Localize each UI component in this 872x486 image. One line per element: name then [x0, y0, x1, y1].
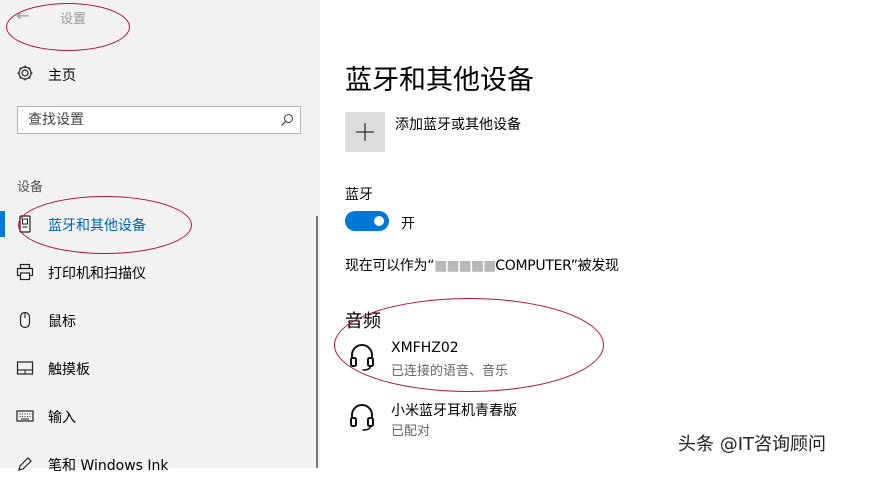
sidebar-item-label: 蓝牙和其他设备: [48, 218, 146, 234]
sidebar-home[interactable]: 主页: [48, 65, 76, 85]
sidebar-item-pen[interactable]: 笔和 Windows Ink: [0, 442, 320, 486]
toggle-knob: [374, 216, 384, 226]
discoverable-prefix: 现在可以作为“: [345, 258, 435, 274]
bluetooth-label: 蓝牙: [345, 187, 373, 203]
sidebar: ← 设置 主页 设备 蓝牙和其他设备 打印机和扫描仪: [0, 0, 320, 474]
sidebar-item-label: 打印机和扫描仪: [48, 266, 146, 282]
page-title: 蓝牙和其他设备: [345, 65, 534, 96]
audio-device-item[interactable]: 小米蓝牙耳机青春版 已配对: [340, 398, 640, 442]
sidebar-item-label: 鼠标: [48, 314, 76, 330]
bluetooth-devices-icon: [19, 215, 31, 233]
bluetooth-toggle[interactable]: [345, 211, 389, 231]
audio-heading: 音频: [345, 311, 381, 332]
headset-icon: [350, 344, 374, 371]
device-name: 小米蓝牙耳机青春版: [391, 403, 517, 419]
bluetooth-state: 开: [401, 216, 415, 232]
device-name: XMFHZ02: [391, 340, 459, 356]
search-icon[interactable]: [280, 113, 294, 127]
plus-icon: [356, 123, 374, 141]
audio-device-item[interactable]: XMFHZ02 已连接的语音、音乐: [340, 338, 640, 382]
device-status: 已连接的语音、音乐: [391, 364, 509, 379]
gear-icon: [17, 65, 33, 81]
add-device-label[interactable]: 添加蓝牙或其他设备: [395, 114, 521, 134]
printer-icon: [16, 263, 34, 281]
pen-icon: [18, 457, 32, 471]
device-status: 已配对: [391, 424, 431, 439]
sidebar-item-label: 笔和 Windows Ink: [48, 458, 169, 474]
sidebar-item-label: 触摸板: [48, 362, 90, 378]
back-arrow-icon[interactable]: ←: [16, 6, 29, 25]
mouse-icon: [19, 311, 31, 329]
discoverable-text: 现在可以作为“■■■■■COMPUTER”被发现: [345, 255, 619, 275]
sidebar-item-touchpad[interactable]: 触摸板: [0, 346, 320, 390]
keyboard-icon: [16, 410, 34, 422]
window-title: 设置: [60, 12, 87, 27]
scrollbar[interactable]: [316, 216, 318, 468]
section-label: 设备: [17, 180, 44, 195]
touchpad-icon: [16, 361, 34, 375]
search-input[interactable]: [26, 111, 270, 129]
watermark: 头条 @IT咨询顾问: [678, 434, 827, 455]
hidden-computer-name: ■■■■■: [434, 258, 496, 274]
sidebar-item-typing[interactable]: 输入: [0, 394, 320, 438]
sidebar-item-bluetooth[interactable]: 蓝牙和其他设备: [0, 202, 320, 246]
sidebar-item-label: 输入: [48, 410, 76, 426]
discoverable-suffix: COMPUTER”被发现: [495, 258, 619, 274]
active-indicator: [0, 211, 5, 237]
sidebar-item-mouse[interactable]: 鼠标: [0, 298, 320, 342]
search-box[interactable]: [17, 106, 301, 134]
headset-icon: [350, 404, 374, 431]
sidebar-item-printers[interactable]: 打印机和扫描仪: [0, 250, 320, 294]
